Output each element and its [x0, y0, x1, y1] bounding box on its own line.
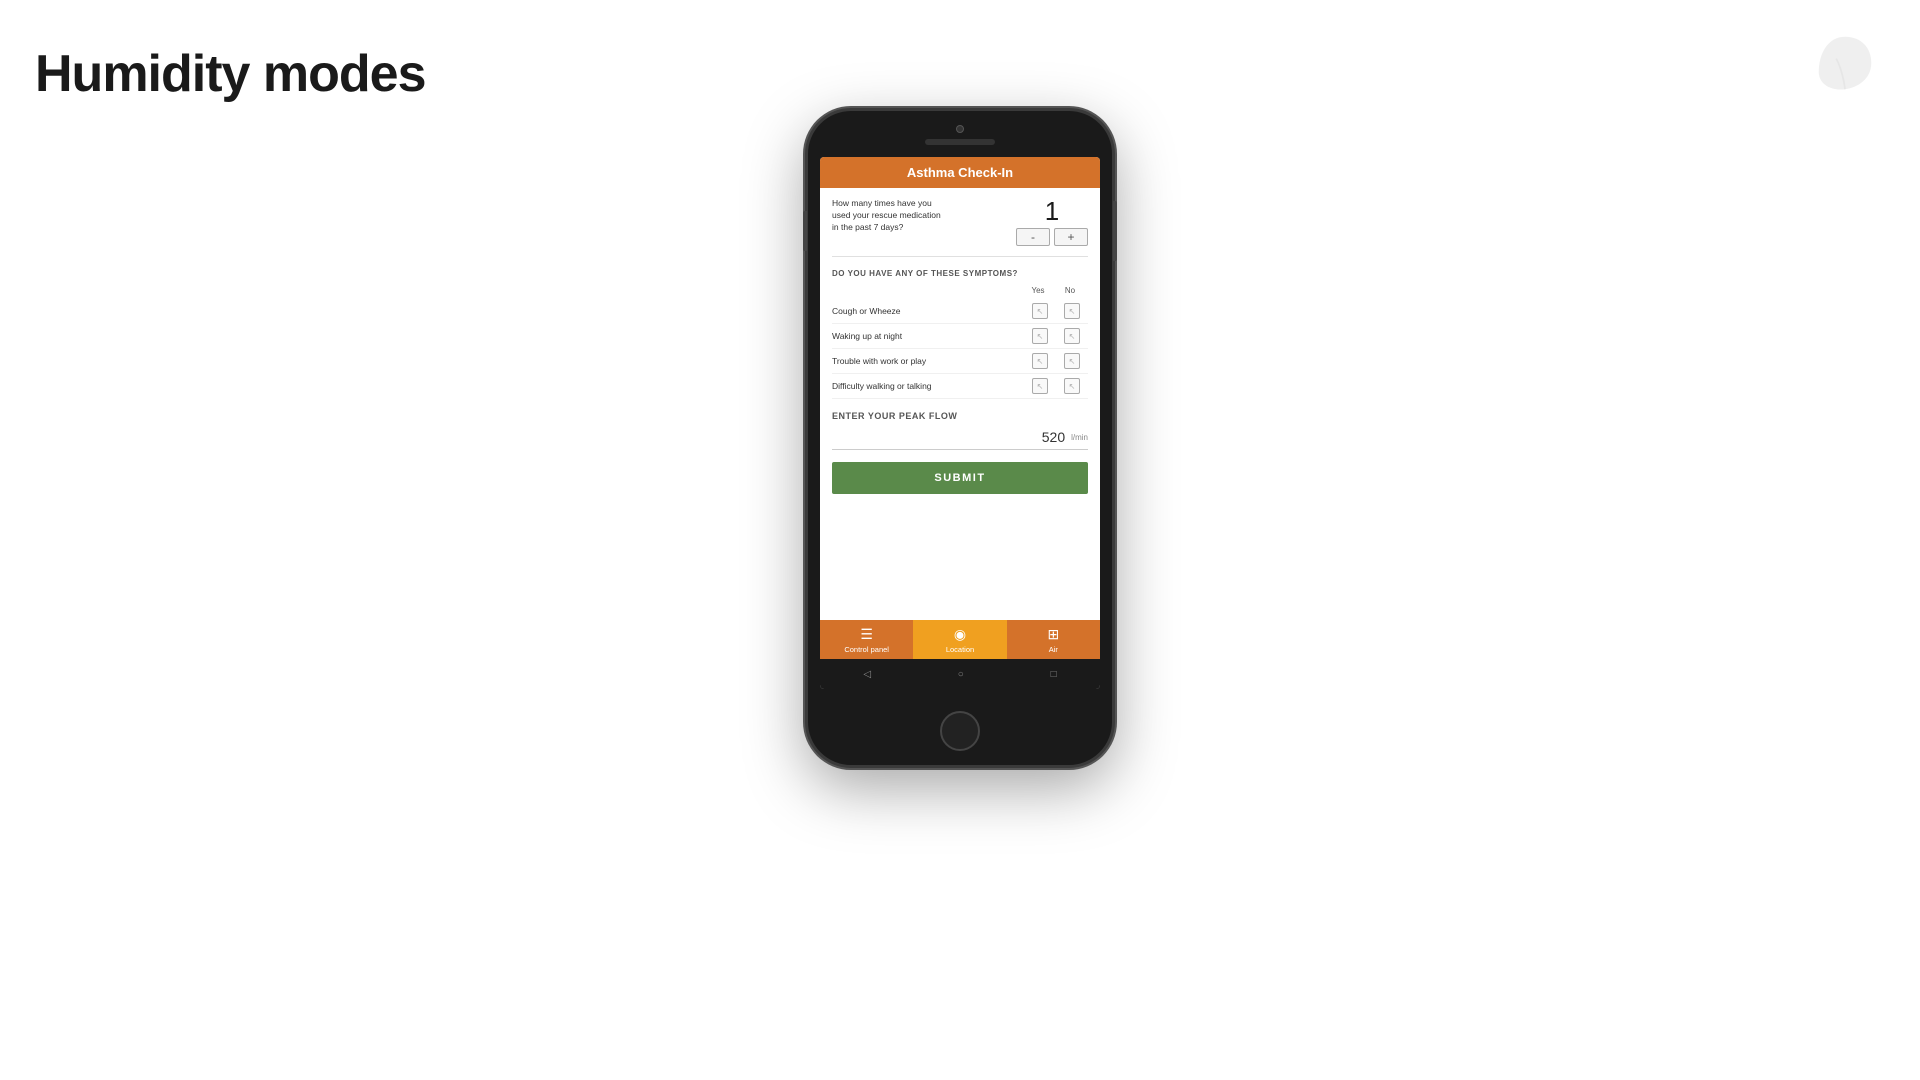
yes-radio[interactable]: ↖ — [1024, 328, 1056, 344]
recents-button[interactable]: □ — [1051, 669, 1057, 680]
no-radio-box[interactable]: ↖ — [1064, 378, 1080, 394]
peak-flow-title: ENTER YOUR PEAK FLOW — [832, 411, 1088, 421]
no-radio-box[interactable]: ↖ — [1064, 328, 1080, 344]
back-button[interactable]: ◁ — [863, 669, 871, 680]
peak-flow-unit: l/min — [1071, 433, 1088, 442]
phone-side-button-right — [1113, 201, 1117, 261]
control-panel-icon: ☰ — [860, 626, 873, 643]
nav-air[interactable]: ⊞ Air — [1007, 620, 1100, 659]
symptom-label: Cough or Wheeze — [832, 306, 1024, 316]
submit-button[interactable]: SUBMIT — [832, 462, 1088, 494]
symptom-label: Difficulty walking or talking — [832, 381, 1024, 391]
nav-location-label: Location — [946, 645, 974, 654]
yes-radio-box[interactable]: ↖ — [1032, 353, 1048, 369]
phone-speaker — [925, 139, 995, 145]
yes-radio[interactable]: ↖ — [1024, 378, 1056, 394]
no-radio[interactable]: ↖ — [1056, 303, 1088, 319]
nav-location[interactable]: ◉ Location — [913, 620, 1006, 659]
air-icon: ⊞ — [1047, 626, 1059, 643]
app-content: How many times have you used your rescue… — [820, 188, 1100, 620]
symptom-label: Waking up at night — [832, 331, 1024, 341]
yes-header: Yes — [1022, 286, 1054, 295]
location-icon: ◉ — [954, 626, 966, 643]
symptom-row: Trouble with work or play ↖ ↖ — [832, 349, 1088, 374]
android-nav-bar: ◁ ○ □ — [820, 659, 1100, 689]
no-header: No — [1054, 286, 1086, 295]
peak-flow-section: ENTER YOUR PEAK FLOW 520 l/min — [832, 411, 1088, 450]
nav-air-label: Air — [1049, 645, 1058, 654]
phone-top-bar — [808, 111, 1112, 145]
no-radio[interactable]: ↖ — [1056, 328, 1088, 344]
leaf-logo-icon — [1810, 28, 1880, 98]
rescue-section: How many times have you used your rescue… — [832, 198, 1088, 257]
yes-radio[interactable]: ↖ — [1024, 303, 1056, 319]
phone-screen: Asthma Check-In How many times have you … — [820, 157, 1100, 689]
phone-bottom-area — [808, 701, 1112, 765]
yes-radio[interactable]: ↖ — [1024, 353, 1056, 369]
symptom-row: Cough or Wheeze ↖ ↖ — [832, 299, 1088, 324]
symptom-radios: ↖ ↖ — [1024, 328, 1088, 344]
phone-side-button-left — [803, 211, 807, 251]
page-title: Humidity modes — [35, 44, 426, 104]
rescue-buttons: - + — [1016, 228, 1088, 246]
yes-radio-box[interactable]: ↖ — [1032, 328, 1048, 344]
phone-frame: Asthma Check-In How many times have you … — [805, 108, 1115, 768]
symptom-column-headers: Yes No — [832, 286, 1088, 295]
symptom-row: Difficulty walking or talking ↖ ↖ — [832, 374, 1088, 399]
symptoms-title: DO YOU HAVE ANY OF THESE SYMPTOMS? — [832, 269, 1088, 278]
bottom-navigation: ☰ Control panel ◉ Location ⊞ Air — [820, 620, 1100, 659]
rescue-question-text: How many times have you used your rescue… — [832, 198, 942, 234]
decrement-button[interactable]: - — [1016, 228, 1050, 246]
phone-home-button[interactable] — [940, 711, 980, 751]
yes-radio-box[interactable]: ↖ — [1032, 303, 1048, 319]
peak-flow-value[interactable]: 520 — [1025, 429, 1065, 445]
home-button[interactable]: ○ — [958, 669, 964, 680]
app-header: Asthma Check-In — [820, 157, 1100, 188]
nav-control-panel[interactable]: ☰ Control panel — [820, 620, 913, 659]
no-radio[interactable]: ↖ — [1056, 353, 1088, 369]
symptoms-section: DO YOU HAVE ANY OF THESE SYMPTOMS? Yes N… — [832, 269, 1088, 399]
symptom-label: Trouble with work or play — [832, 356, 1024, 366]
symptom-radios: ↖ ↖ — [1024, 378, 1088, 394]
phone-camera — [956, 125, 964, 133]
increment-button[interactable]: + — [1054, 228, 1088, 246]
yes-radio-box[interactable]: ↖ — [1032, 378, 1048, 394]
symptom-radios: ↖ ↖ — [1024, 303, 1088, 319]
no-radio-box[interactable]: ↖ — [1064, 353, 1080, 369]
nav-control-label: Control panel — [844, 645, 889, 654]
no-radio[interactable]: ↖ — [1056, 378, 1088, 394]
peak-flow-input-row: 520 l/min — [832, 429, 1088, 450]
no-radio-box[interactable]: ↖ — [1064, 303, 1080, 319]
rescue-counter: 1 - + — [1016, 198, 1088, 246]
symptom-radios: ↖ ↖ — [1024, 353, 1088, 369]
app-header-title: Asthma Check-In — [907, 165, 1013, 180]
rescue-count-value: 1 — [1045, 198, 1059, 224]
symptom-row: Waking up at night ↖ ↖ — [832, 324, 1088, 349]
